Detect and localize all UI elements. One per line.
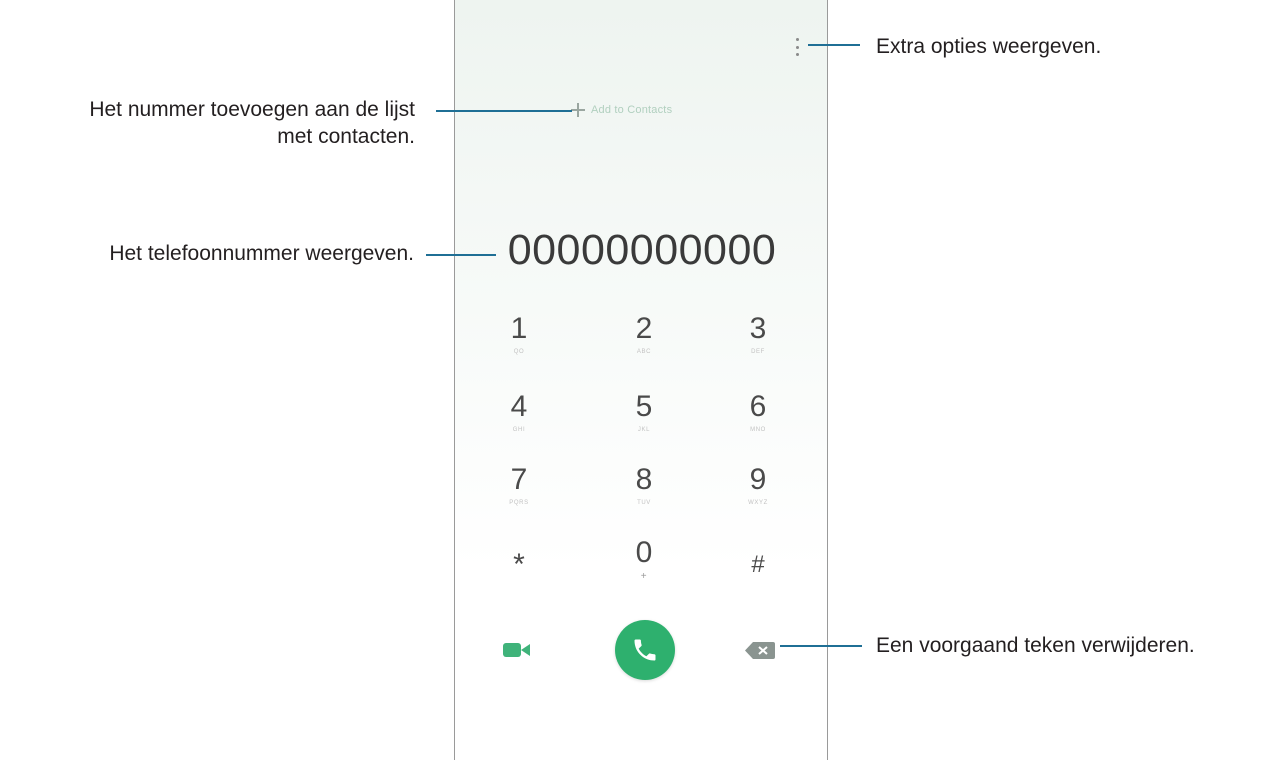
callout-delete-text: Een voorgaand teken verwijderen. xyxy=(876,634,1195,657)
key-6[interactable]: 6 MNO xyxy=(718,390,798,446)
key-digit: 4 xyxy=(510,390,528,423)
key-9[interactable]: 9 WXYZ xyxy=(718,463,798,519)
callout-line-options xyxy=(808,44,860,46)
key-letters: MNO xyxy=(750,427,766,433)
video-call-button[interactable] xyxy=(503,640,531,660)
key-digit: 2 xyxy=(635,312,653,345)
key-digit: 7 xyxy=(510,463,528,496)
key-letters: QO xyxy=(513,349,525,355)
callout-line-add xyxy=(436,110,572,112)
key-digit: 1 xyxy=(510,312,528,345)
key-digit: 8 xyxy=(635,463,653,496)
phone-handset-icon xyxy=(634,639,656,661)
key-0[interactable]: 0 + xyxy=(604,536,684,592)
callout-add-contacts-text: Het nummer toevoegen aan de lijst met co… xyxy=(89,96,415,150)
key-star[interactable]: * xyxy=(479,548,559,604)
key-letters: WXYZ xyxy=(748,500,768,506)
key-digit: 9 xyxy=(749,463,767,496)
key-8[interactable]: 8 TUV xyxy=(604,463,684,519)
key-letters: + xyxy=(640,571,648,582)
key-letters: DEF xyxy=(751,349,765,355)
key-letters: JKL xyxy=(637,427,651,433)
key-letters: PQRS xyxy=(509,500,529,506)
key-7[interactable]: 7 PQRS xyxy=(479,463,559,519)
callout-line-number xyxy=(426,254,496,256)
key-digit: 3 xyxy=(749,312,767,345)
callout-add-line2: met contacten. xyxy=(277,125,415,148)
backspace-button[interactable] xyxy=(745,642,775,659)
key-4[interactable]: 4 GHI xyxy=(479,390,559,446)
key-digit: # xyxy=(751,551,765,578)
key-hash[interactable]: # xyxy=(718,548,798,604)
callout-line-delete xyxy=(780,645,862,647)
key-digit: * xyxy=(513,548,525,581)
backspace-icon xyxy=(745,642,775,659)
key-3[interactable]: 3 DEF xyxy=(718,312,798,368)
video-camera-icon xyxy=(503,643,521,657)
key-letters: ABC xyxy=(636,349,652,355)
key-letters: GHI xyxy=(512,427,526,433)
key-2[interactable]: 2 ABC xyxy=(604,312,684,368)
key-5[interactable]: 5 JKL xyxy=(604,390,684,446)
key-letters: TUV xyxy=(637,500,651,506)
phone-screen: Add to Contacts 00000000000 1 QO 2 ABC 3… xyxy=(454,0,828,760)
key-1[interactable]: 1 QO xyxy=(479,312,559,368)
key-digit: 6 xyxy=(749,390,767,423)
key-digit: 5 xyxy=(635,390,653,423)
callout-number-text: Het telefoonnummer weergeven. xyxy=(109,242,414,265)
key-digit: 0 xyxy=(635,536,653,569)
call-button[interactable] xyxy=(615,620,675,680)
callout-add-line1: Het nummer toevoegen aan de lijst xyxy=(89,98,415,121)
callout-options-text: Extra opties weergeven. xyxy=(876,35,1102,58)
